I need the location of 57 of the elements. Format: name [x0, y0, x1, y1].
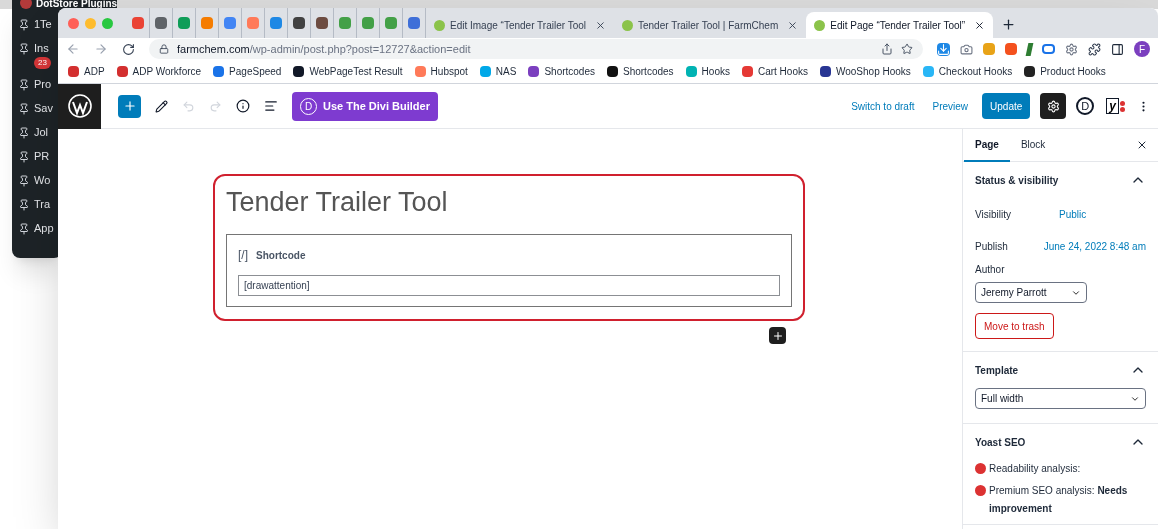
bookmark-link[interactable]: Hooks	[701, 64, 730, 79]
template-select[interactable]: Full width	[975, 388, 1146, 409]
menu-item[interactable]: App	[34, 220, 54, 237]
bookmark-link[interactable]: Shortcodes	[544, 64, 595, 79]
bookmark-link[interactable]: Cart Hooks	[757, 64, 808, 79]
preview-button[interactable]: Preview	[928, 98, 973, 114]
visibility-link[interactable]: Public	[1059, 206, 1087, 222]
tab-title: Edit Page “Tender Trailer Tool”	[830, 18, 967, 33]
menu-item[interactable]: Tra	[34, 196, 51, 213]
address-field[interactable]: farmchem.com/wp-admin/post.php?post=12727&action=edit	[149, 39, 923, 59]
analysis-text: Readability analysis:	[989, 462, 1081, 476]
switch-to-draft-button[interactable]: Switch to draft	[847, 98, 919, 114]
page-title[interactable]: Tender Trailer Tool	[226, 184, 792, 220]
bookmark-link[interactable]: ADP Workforce	[132, 64, 202, 79]
panel-title[interactable]: Status & visibility	[975, 172, 1059, 188]
field-label: Author	[975, 263, 1006, 277]
bookmark-link[interactable]: Checkout Hooks	[938, 64, 1013, 79]
sidebar-tab[interactable]: Page	[964, 128, 1010, 162]
publish-date-link[interactable]: June 24, 2022 8:48 am	[1043, 238, 1146, 254]
count-badge: 23	[34, 57, 51, 69]
shortcode-block[interactable]: [/] Shortcode [drawattention]	[226, 234, 792, 307]
menu-item[interactable]: PR	[34, 148, 50, 165]
bookmark-link[interactable]: ADP	[84, 64, 105, 79]
menu-heading: DotStore Plugins	[36, 0, 118, 9]
block-label: Shortcode	[256, 248, 306, 263]
browser-tab[interactable]: Edit Image “Tender Trailer Tool	[426, 12, 614, 38]
browser-tab[interactable]: Edit Page “Tender Trailer Tool”	[806, 12, 994, 38]
browser-tab[interactable]: Tender Trailer Tool | FarmChem	[614, 12, 807, 38]
panel-title[interactable]: Yoast SEO	[975, 434, 1026, 450]
shortcode-field[interactable]: [drawattention]	[238, 275, 780, 296]
author-select[interactable]: Jeremy Parrott	[975, 282, 1087, 303]
bookmark-link[interactable]: WooShop Hooks	[835, 64, 911, 79]
menu-item[interactable]: Wo	[34, 172, 51, 189]
analysis-text: Premium SEO analysis: Needs improvement	[989, 484, 1129, 516]
update-button[interactable]: Update	[982, 93, 1031, 119]
field-label: Publish	[975, 239, 1009, 254]
divi-button[interactable]: D	[1076, 97, 1095, 115]
field-label: Visibility	[975, 207, 1012, 222]
shortcode-icon: [/]	[238, 246, 248, 264]
move-to-trash-button[interactable]: Move to trash	[975, 313, 1054, 339]
bookmark-link[interactable]: WebPageTest Result	[309, 64, 403, 79]
profile-avatar[interactable]: F	[1134, 41, 1150, 57]
bookmark-link[interactable]: NAS	[495, 64, 517, 79]
tab-title: Edit Image “Tender Trailer Tool	[450, 18, 587, 33]
menu-item[interactable]: Ins	[34, 40, 49, 57]
bookmark-link[interactable]: Product Hooks	[1040, 64, 1106, 79]
panel-title[interactable]: Template	[975, 362, 1019, 378]
menu-item[interactable]: Jol	[34, 124, 49, 141]
bookmark-link[interactable]: Shortcodes	[623, 64, 674, 79]
divi-builder-button[interactable]: D Use The Divi Builder	[292, 91, 438, 121]
menu-item[interactable]: Sav	[34, 100, 53, 117]
tab-title: Tender Trailer Tool | FarmChem	[638, 18, 780, 33]
sidebar-tab[interactable]: Block	[1009, 128, 1057, 162]
menu-item[interactable]: 1Te	[34, 16, 52, 33]
menu-item[interactable]: Pro	[34, 76, 52, 93]
bookmark-link[interactable]: PageSpeed	[229, 64, 282, 79]
bookmark-link[interactable]: Hubspot	[430, 64, 468, 79]
